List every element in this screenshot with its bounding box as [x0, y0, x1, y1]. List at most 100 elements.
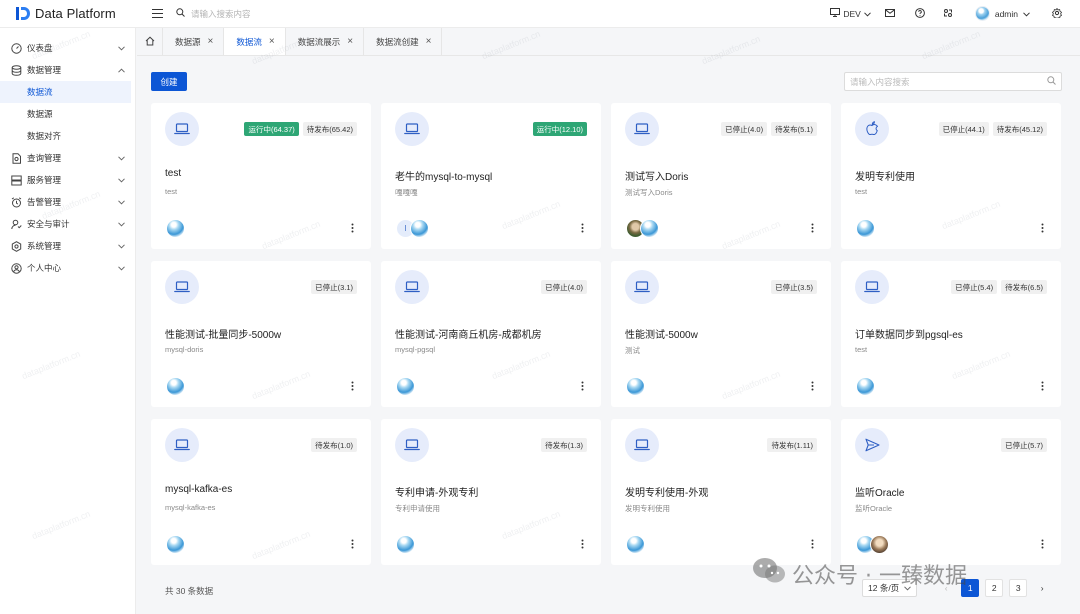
user-menu[interactable]: admin	[974, 0, 1030, 28]
close-icon[interactable]: ×	[347, 36, 353, 47]
app-logo[interactable]: Data Platform	[0, 6, 136, 21]
laptop-icon	[165, 112, 199, 146]
avatar	[396, 377, 415, 396]
sidebar-item-data-management[interactable]: 数据管理	[0, 59, 135, 81]
card-description: test	[855, 345, 868, 354]
dataflow-card[interactable]: 已停止(44.1) 待发布(45.12) 发明专利使用 test	[841, 103, 1061, 249]
status-badges: 已停止(5.7)	[1001, 438, 1047, 452]
help-button[interactable]	[914, 0, 925, 28]
more-options-icon[interactable]	[1037, 221, 1047, 235]
more-options-icon[interactable]	[347, 379, 357, 393]
menu-toggle-icon[interactable]	[150, 7, 164, 21]
tab-datasource[interactable]: 数据源 ×	[163, 28, 225, 55]
tab-dataflow-create[interactable]: 数据流创建 ×	[364, 28, 443, 55]
more-options-icon[interactable]	[347, 537, 357, 551]
close-icon[interactable]: ×	[269, 36, 275, 47]
create-button[interactable]: 创建	[151, 72, 187, 91]
sidebar-item-system[interactable]: 系统管理	[0, 235, 135, 257]
close-icon[interactable]: ×	[208, 36, 214, 47]
dataflow-card[interactable]: 运行中(64.37) 待发布(65.42) test test	[151, 103, 371, 249]
sidebar-item-query[interactable]: 查询管理	[0, 147, 135, 169]
avatar	[166, 535, 185, 554]
sidebar-item-label: 仪表盘	[27, 43, 53, 53]
more-options-icon[interactable]	[577, 221, 587, 235]
dataflow-card[interactable]: 已停止(3.1) 性能测试-批量同步-5000w mysql-doris	[151, 261, 371, 407]
tab-home[interactable]	[137, 28, 163, 55]
next-page-button[interactable]: ›	[1033, 579, 1051, 597]
home-icon	[145, 36, 155, 48]
sidebar-item-label: 个人中心	[27, 263, 62, 273]
sidebar-item-security[interactable]: 安全与审计	[0, 213, 135, 235]
more-options-icon[interactable]	[577, 379, 587, 393]
sidebar-item-alarm[interactable]: 告警管理	[0, 191, 135, 213]
query-icon	[11, 152, 22, 164]
page-button-2[interactable]: 2	[985, 579, 1004, 597]
dataflow-card[interactable]: 已停止(4.0) 性能测试-河南商丘机房-成都机房 mysql-pgsql	[381, 261, 601, 407]
sidebar-item-service[interactable]: 服务管理	[0, 169, 135, 191]
dataflow-card[interactable]: 运行中(12.10) 老牛的mysql-to-mysql 嘎嘎嘎 l	[381, 103, 601, 249]
more-options-icon[interactable]	[577, 537, 587, 551]
status-badge: 已停止(4.0)	[541, 280, 587, 294]
user-icon	[11, 262, 22, 274]
more-options-icon[interactable]	[807, 379, 817, 393]
card-avatars	[166, 219, 185, 238]
dataflow-card[interactable]: 待发布(1.0) mysql-kafka-es mysql-kafka-es	[151, 419, 371, 565]
chevron-down-icon	[904, 583, 912, 593]
dataflow-card[interactable]: 已停止(5.7) 监听Oracle 监听Oracle	[841, 419, 1061, 565]
laptop-icon	[395, 428, 429, 462]
status-badge: 已停止(5.4)	[951, 280, 998, 294]
status-badge: 待发布(1.11)	[767, 438, 817, 452]
dataflow-card[interactable]: 已停止(4.0) 待发布(5.1) 测试写入Doris 测试写入Doris	[611, 103, 831, 249]
more-options-icon[interactable]	[1037, 537, 1047, 551]
sidebar-item-dashboard[interactable]: 仪表盘	[0, 37, 135, 59]
card-avatars	[396, 535, 415, 554]
tab-dataflow[interactable]: 数据流 ×	[224, 28, 286, 55]
sidebar-subitem-data-align[interactable]: 数据对齐	[0, 125, 135, 147]
dataflow-card[interactable]: 已停止(5.4) 待发布(6.5) 订单数据同步到pgsql-es test	[841, 261, 1061, 407]
avatar	[856, 219, 875, 238]
dataflow-card[interactable]: 待发布(1.3) 专利申请-外观专利 专利申请使用	[381, 419, 601, 565]
tab-label: 数据流展示	[297, 36, 341, 47]
status-badge: 已停止(44.1)	[938, 122, 989, 136]
settings-button[interactable]	[1051, 0, 1063, 28]
env-selector[interactable]: DEV	[830, 0, 871, 28]
dataflow-card[interactable]: 待发布(1.11) 发明专利使用-外观 发明专利使用	[611, 419, 831, 565]
sidebar-subitem-dataflow[interactable]: 数据流	[0, 81, 131, 103]
card-description: 测试	[625, 346, 640, 355]
dataflow-card[interactable]: 已停止(3.5) 性能测试-5000w 测试	[611, 261, 831, 407]
more-options-icon[interactable]	[1037, 379, 1047, 393]
card-avatars	[166, 377, 185, 396]
tab-dataflow-display[interactable]: 数据流展示 ×	[286, 28, 365, 55]
more-options-icon[interactable]	[807, 221, 817, 235]
page-size-select[interactable]: 12 条/页	[862, 579, 918, 597]
page-button-3[interactable]: 3	[1009, 579, 1028, 597]
card-title: test	[165, 168, 182, 179]
top-header: Data Platform 请输入搜索内容 DEV admin	[0, 0, 1080, 28]
status-badge: 已停止(3.5)	[771, 280, 817, 294]
card-description: 嘎嘎嘎	[395, 188, 418, 197]
content-search-input[interactable]: 请输入内容搜索	[844, 72, 1062, 91]
switch-button[interactable]	[943, 0, 953, 28]
card-title: 发明专利使用-外观	[625, 488, 709, 499]
card-title: 测试写入Doris	[625, 172, 689, 183]
chevron-down-icon	[863, 9, 871, 19]
close-icon[interactable]: ×	[426, 36, 432, 47]
search-icon	[1047, 76, 1056, 87]
env-label: DEV	[843, 8, 861, 19]
card-avatars	[856, 535, 889, 554]
sidebar-item-label: 告警管理	[27, 197, 62, 207]
card-avatars	[626, 219, 659, 238]
global-search[interactable]: 请输入搜索内容	[176, 8, 251, 20]
chevron-down-icon	[117, 220, 125, 228]
mail-button[interactable]	[884, 0, 895, 28]
more-options-icon[interactable]	[347, 221, 357, 235]
page-button-1[interactable]: 1	[961, 579, 980, 597]
search-icon	[176, 8, 185, 19]
more-options-icon[interactable]	[807, 537, 817, 551]
alarm-icon	[11, 196, 22, 208]
card-title: 监听Oracle	[855, 488, 905, 499]
sidebar-item-profile[interactable]: 个人中心	[0, 257, 135, 279]
sidebar-subitem-datasource[interactable]: 数据源	[0, 103, 135, 125]
sidebar-item-label: 数据管理	[27, 65, 62, 75]
prev-page-button[interactable]: ‹	[937, 579, 955, 597]
